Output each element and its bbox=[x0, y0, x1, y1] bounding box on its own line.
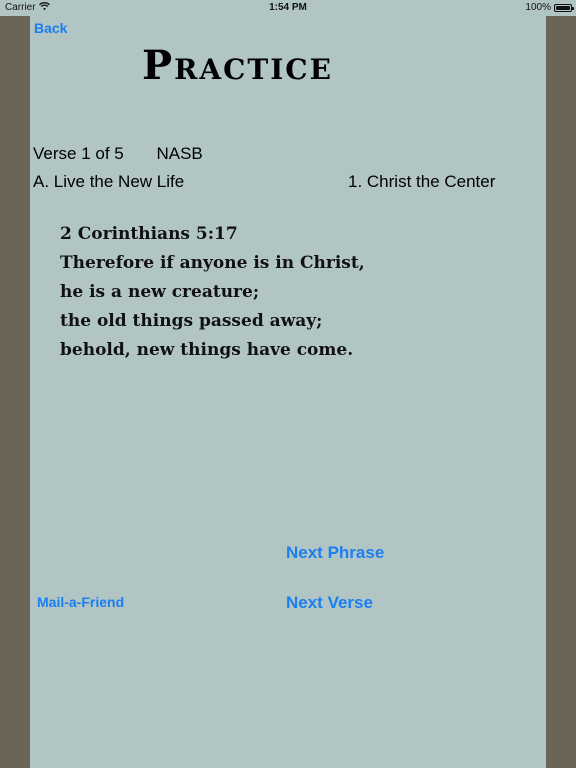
battery-percent: 100% bbox=[525, 2, 551, 13]
back-button[interactable]: Back bbox=[34, 20, 67, 36]
verse-line: the old things passed away; bbox=[60, 311, 323, 331]
next-phrase-button[interactable]: Next Phrase bbox=[286, 543, 384, 563]
page-title: Practice bbox=[142, 42, 333, 89]
status-time: 1:54 PM bbox=[269, 2, 307, 13]
battery-group: 100% bbox=[525, 2, 574, 13]
verse-topic: A. Live the New Life bbox=[33, 172, 185, 191]
verse-line: behold, new things have come. bbox=[60, 340, 354, 360]
verse-version: NASB bbox=[156, 144, 203, 163]
content-panel: Back Practice Verse 1 of 5 NASB A. Live … bbox=[30, 16, 546, 768]
next-verse-button[interactable]: Next Verse bbox=[286, 593, 373, 613]
verse-text: 2 Corinthians 5:17 Therefore if anyone i… bbox=[60, 220, 365, 365]
verse-subtopic: 1. Christ the Center bbox=[348, 172, 496, 191]
verse-reference: 2 Corinthians 5:17 bbox=[60, 224, 238, 244]
verse-meta: Verse 1 of 5 NASB bbox=[33, 144, 203, 164]
verse-position: Verse 1 of 5 bbox=[33, 144, 124, 163]
battery-icon bbox=[554, 3, 574, 12]
verse-line: Therefore if anyone is in Christ, bbox=[60, 253, 365, 273]
mail-a-friend-button[interactable]: Mail-a-Friend bbox=[37, 594, 124, 610]
status-bar: Carrier 1:54 PM 100% bbox=[0, 0, 576, 16]
verse-line: he is a new creature; bbox=[60, 282, 260, 302]
battery-fill bbox=[556, 5, 570, 10]
